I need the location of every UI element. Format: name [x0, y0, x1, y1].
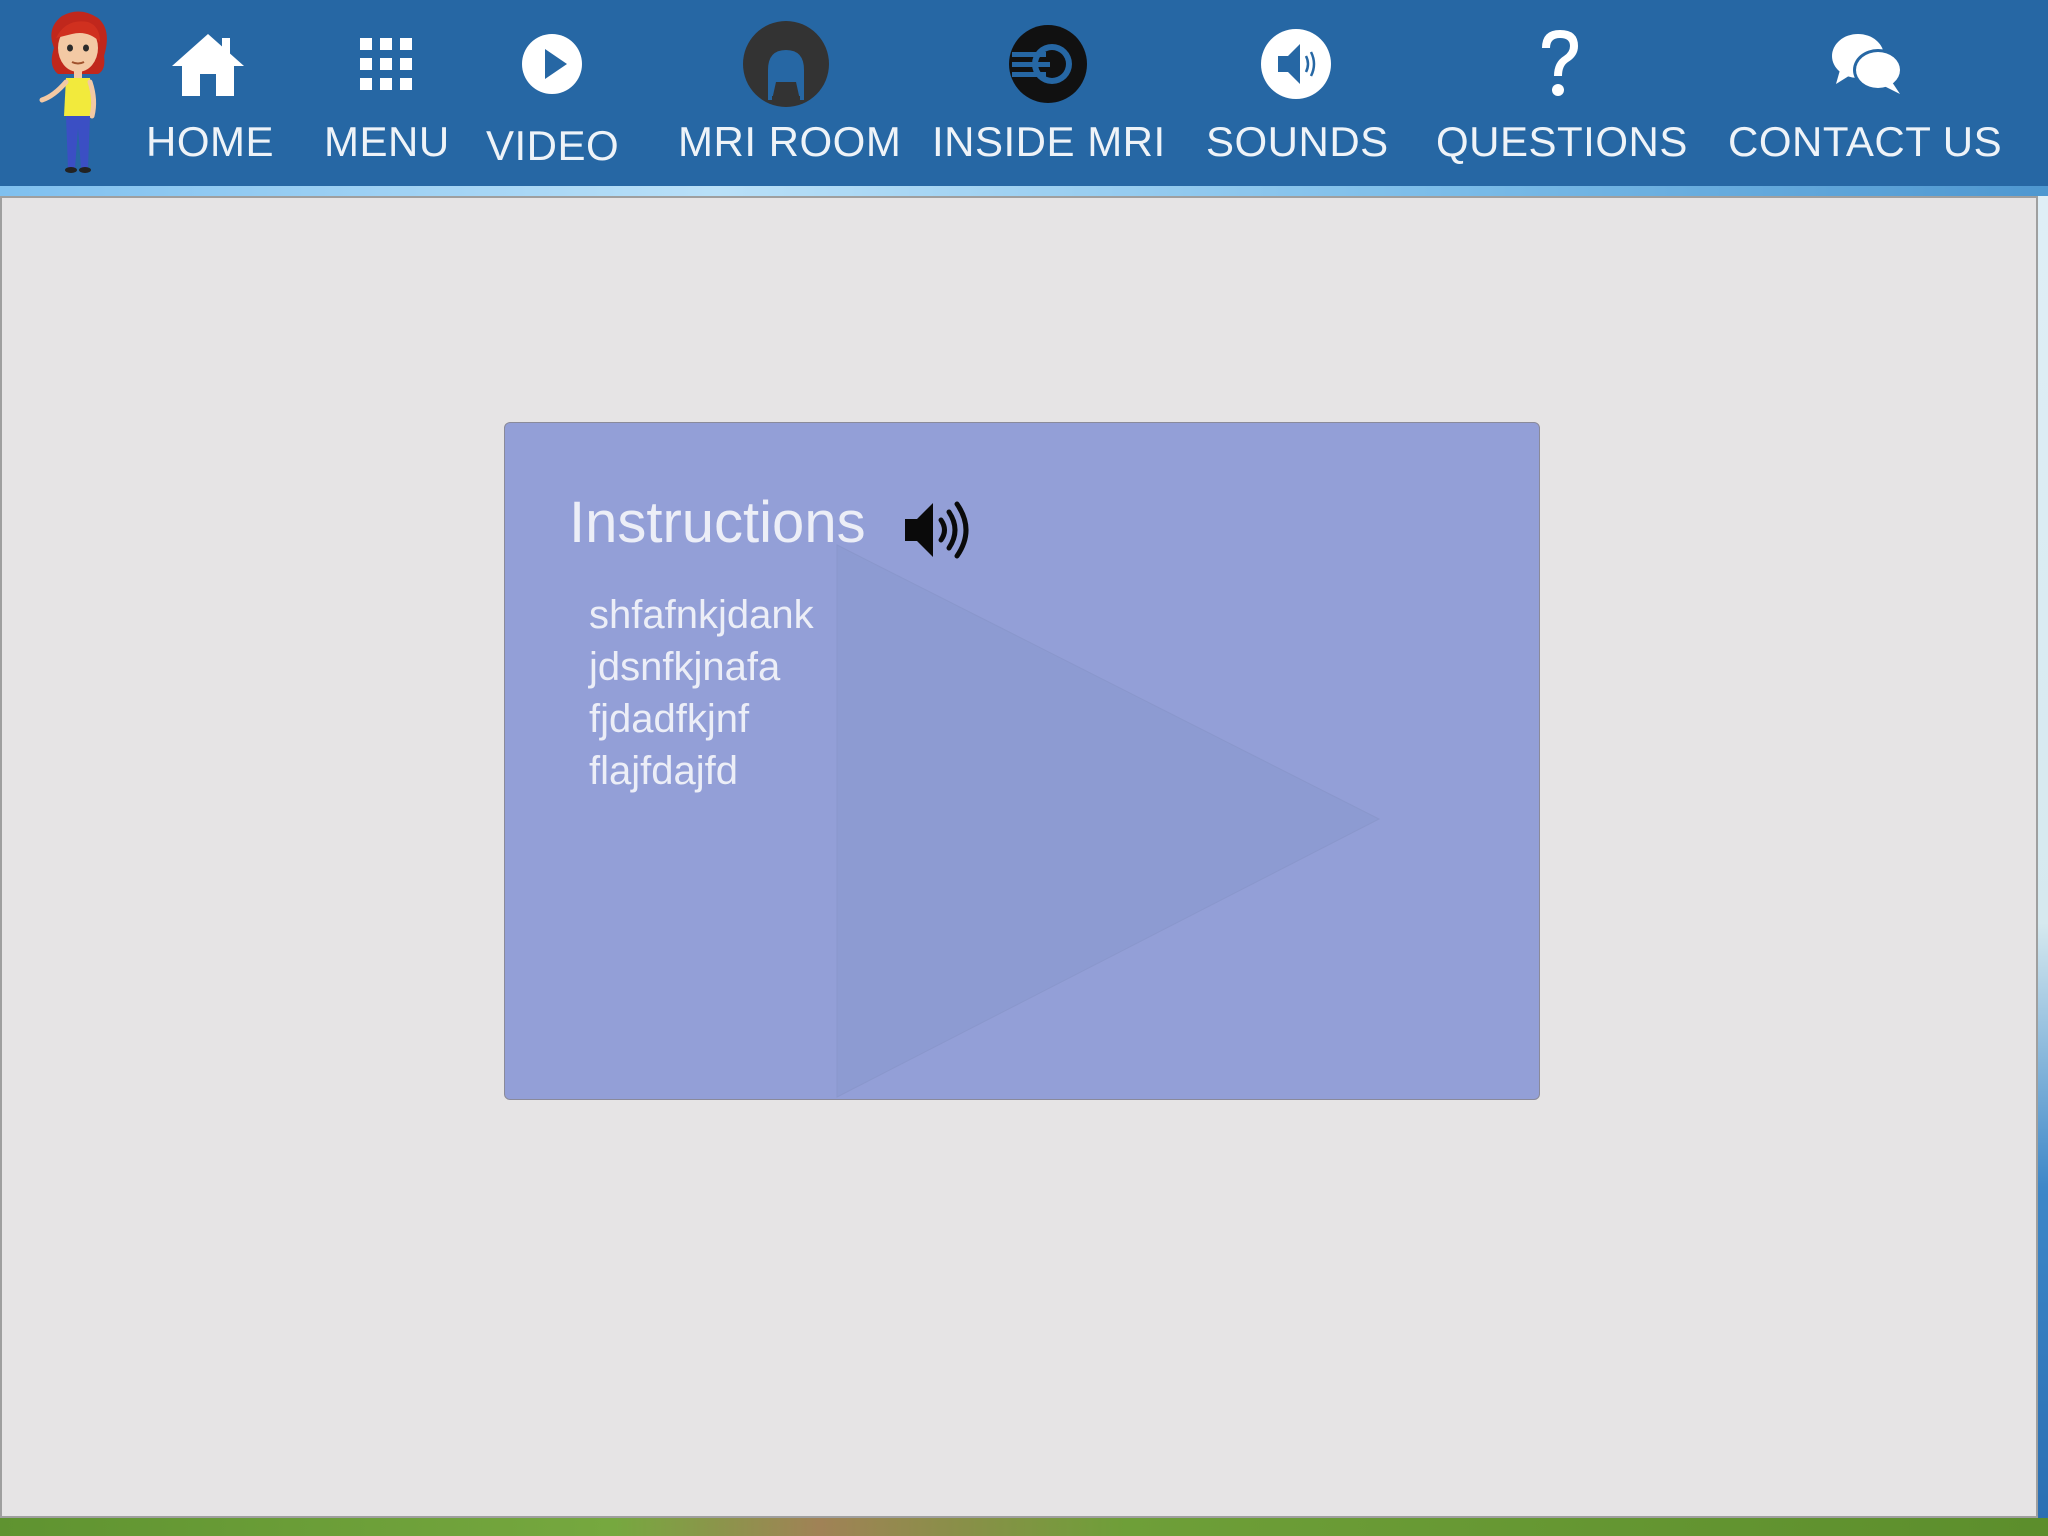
nav-label-inside-mri: INSIDE MRI — [932, 118, 1166, 165]
mri-bore-icon — [1004, 20, 1092, 108]
top-navigation-bar: HOME MENU VIDEO MRI ROOM INSIDE MRI SOUN… — [0, 0, 2048, 188]
instructions-card: Instructions shfafnkjdank jdsnfkjnafa fj… — [504, 422, 1540, 1100]
nav-item-mri-room[interactable]: MRI ROOM — [676, 0, 902, 188]
nav-label-mri-room: MRI ROOM — [678, 118, 902, 165]
nav-item-home[interactable]: HOME — [142, 0, 274, 188]
instruction-line: fjdadfkjnf — [589, 697, 750, 741]
instruction-line: flajfdajfd — [589, 749, 738, 793]
instructions-title: Instructions — [569, 490, 866, 555]
nav-label-home: HOME — [146, 118, 274, 165]
house-icon — [164, 20, 252, 108]
nav-item-inside-mri[interactable]: INSIDE MRI — [932, 0, 1166, 188]
chat-bubbles-icon — [1824, 20, 1912, 108]
speaker-loud-icon[interactable] — [903, 495, 979, 565]
guide-character-avatar — [39, 11, 107, 173]
nav-item-menu[interactable]: MENU — [322, 0, 450, 188]
instructions-list: shfafnkjdank jdsnfkjnafa fjdadfkjnf flaj… — [589, 589, 814, 797]
nav-label-menu: MENU — [324, 118, 450, 165]
question-mark-icon — [1516, 20, 1604, 108]
mri-scanner-icon — [742, 20, 830, 108]
video-play-overlay-icon[interactable] — [835, 541, 1385, 1100]
nav-item-contact-us[interactable]: CONTACT US — [1726, 0, 2002, 188]
nav-label-contact-us: CONTACT US — [1728, 118, 2003, 165]
nav-label-sounds: SOUNDS — [1206, 118, 1389, 165]
speaker-circle-icon — [1252, 20, 1340, 108]
nav-label-questions: QUESTIONS — [1436, 118, 1688, 165]
ground-background-strip — [0, 1518, 2048, 1536]
nav-label-video: VIDEO — [486, 122, 620, 169]
grid-icon — [342, 20, 430, 108]
instruction-line: shfafnkjdank — [589, 593, 814, 637]
nav-item-sounds[interactable]: SOUNDS — [1206, 0, 1389, 188]
play-circle-icon — [508, 20, 596, 108]
nav-item-video[interactable]: VIDEO — [484, 0, 620, 188]
background-sliver — [2038, 196, 2048, 1518]
instruction-line: jdsnfkjnafa — [589, 645, 781, 689]
nav-item-questions[interactable]: QUESTIONS — [1436, 0, 1687, 188]
